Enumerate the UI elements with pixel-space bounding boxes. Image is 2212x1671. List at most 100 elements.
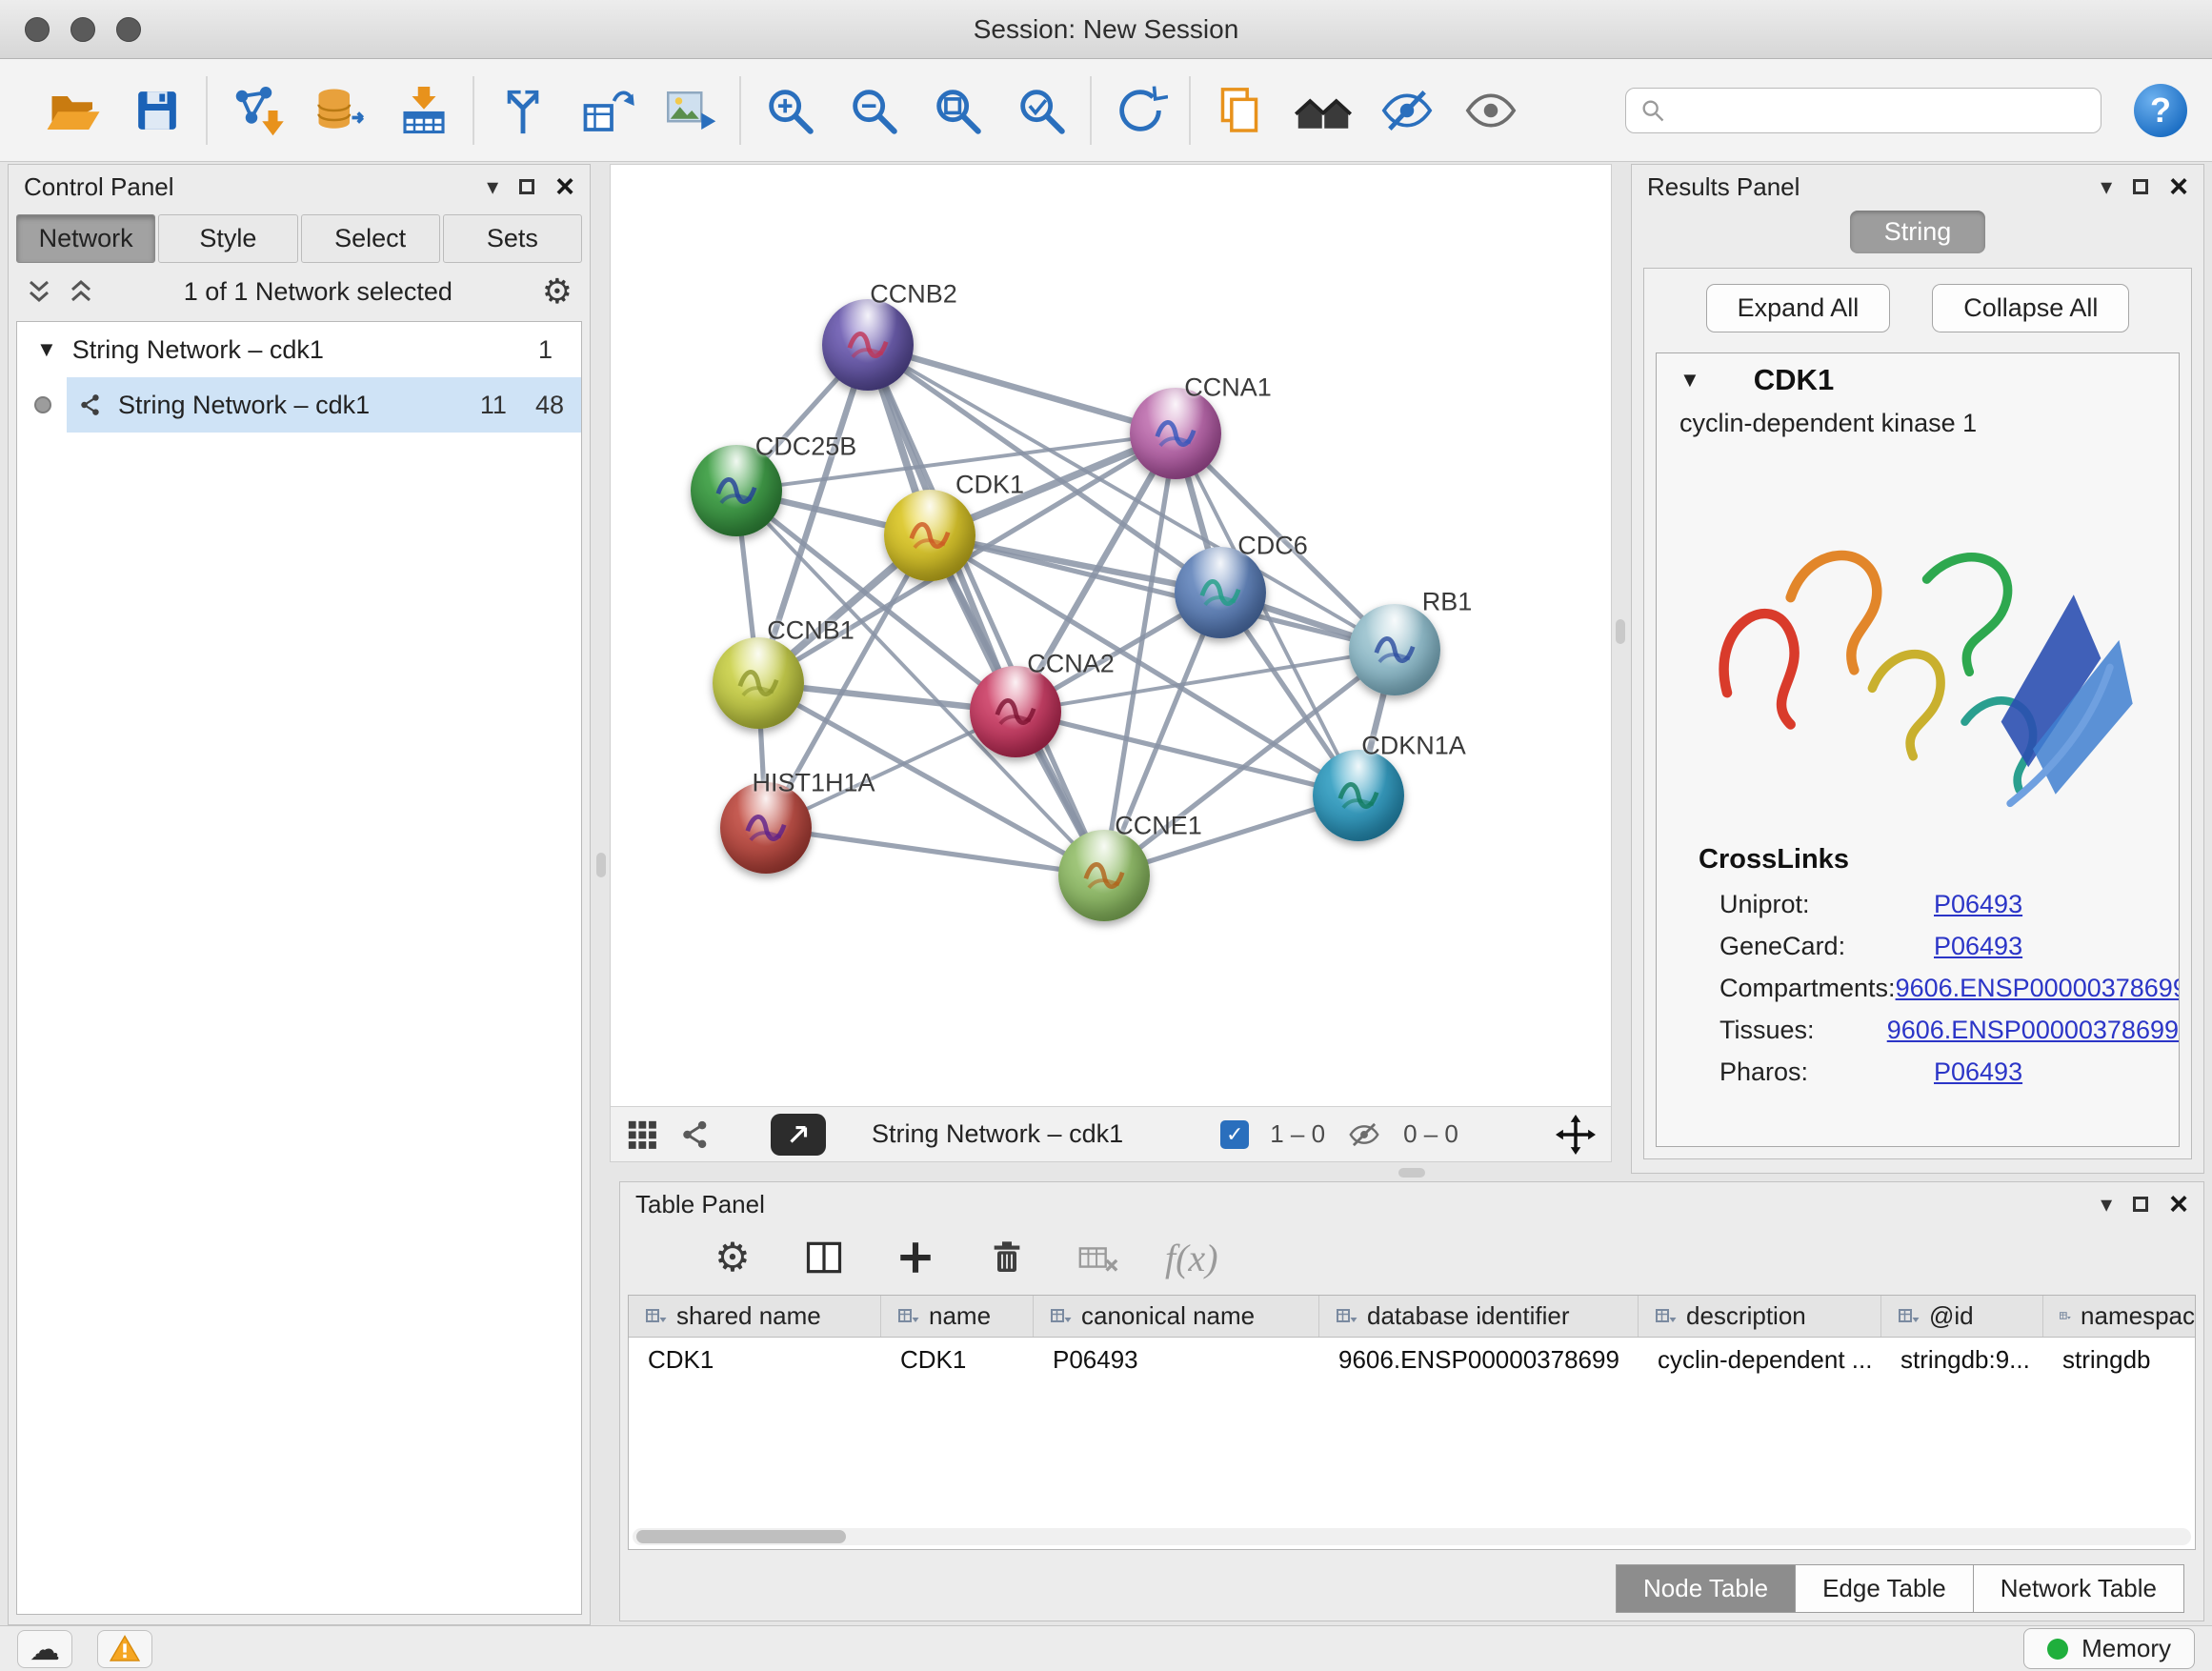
network-options-gear-icon[interactable]: ⚙ [542, 274, 573, 309]
tab-node-table[interactable]: Node Table [1616, 1564, 1796, 1613]
network-row-selected[interactable]: String Network – cdk1 11 48 [67, 377, 581, 433]
memory-label: Memory [2081, 1634, 2171, 1663]
crosslink-value-link[interactable]: 9606.ENSP00000378699 [1896, 974, 2180, 1003]
string-network-icon [78, 393, 103, 417]
bottom-splitter-handle[interactable] [1398, 1168, 1425, 1178]
zoom-window-button[interactable] [116, 17, 141, 42]
column-header-description[interactable]: description [1639, 1296, 1881, 1337]
help-icon[interactable]: ? [2134, 84, 2187, 137]
table-options-gear-icon[interactable]: ⚙ [708, 1233, 757, 1282]
control-panel-close-icon[interactable]: × [555, 171, 574, 203]
zoom-out-icon[interactable] [844, 81, 903, 140]
zoom-fit-icon[interactable] [928, 81, 987, 140]
column-header-shared-name[interactable]: shared name [629, 1296, 881, 1337]
add-column-icon[interactable] [891, 1233, 940, 1282]
search-input[interactable] [1676, 95, 2087, 125]
node-label-ccnb1: CCNB1 [767, 616, 855, 646]
protein-card-caret-icon[interactable]: ▼ [1679, 368, 1700, 393]
open-session-icon[interactable] [44, 81, 103, 140]
table-panel-menu-icon[interactable]: ▾ [2101, 1191, 2112, 1218]
selected-count-checkbox[interactable]: ✓ [1220, 1120, 1249, 1149]
delete-column-icon[interactable] [982, 1233, 1032, 1282]
delete-table-icon-disabled [1074, 1233, 1123, 1282]
refresh-icon[interactable] [1111, 81, 1170, 140]
grid-view-icon[interactable] [626, 1118, 658, 1151]
results-panel-close-icon[interactable]: × [2169, 171, 2188, 203]
tab-sets[interactable]: Sets [443, 214, 582, 263]
tab-select[interactable]: Select [301, 214, 440, 263]
crosslink-value-link[interactable]: P06493 [1934, 932, 2022, 961]
crosslink-value-link[interactable]: P06493 [1934, 890, 2022, 919]
network-node-cdkn1a[interactable] [1313, 750, 1404, 841]
network-node-ccna2[interactable] [970, 666, 1061, 757]
left-splitter-handle[interactable] [596, 853, 606, 877]
detach-view-button[interactable] [771, 1114, 826, 1156]
tab-network[interactable]: Network [16, 214, 155, 263]
column-header-namespac[interactable]: namespac [2043, 1296, 2196, 1337]
warnings-button[interactable] [97, 1630, 152, 1668]
cloud-status-button[interactable]: ☁ [17, 1630, 72, 1668]
network-canvas[interactable]: CCNB2CCNA1CDC25BCDK1CDC6RB1CCNB1CCNA2CDK… [611, 165, 1611, 1106]
column-header-id[interactable]: @id [1881, 1296, 2043, 1337]
minimize-window-button[interactable] [70, 17, 95, 42]
import-network-from-database-icon[interactable] [311, 81, 370, 140]
network-row[interactable]: String Network – cdk1 11 48 [17, 377, 581, 433]
tab-string[interactable]: String [1850, 211, 1986, 253]
crosslink-value-link[interactable]: 9606.ENSP00000378699 [1887, 1016, 2179, 1045]
table-row[interactable]: CDK1CDK1P064939606.ENSP00000378699cyclin… [629, 1338, 2195, 1381]
collapse-all-button[interactable]: Collapse All [1932, 284, 2129, 332]
column-header-canonical-name[interactable]: canonical name [1034, 1296, 1319, 1337]
tab-style[interactable]: Style [158, 214, 297, 263]
network-node-cdk1[interactable] [884, 490, 975, 581]
table-panel-close-icon[interactable]: × [2169, 1188, 2188, 1220]
node-label-ccna1: CCNA1 [1184, 373, 1272, 403]
control-panel-menu-icon[interactable]: ▾ [487, 173, 498, 201]
copy-annotation-icon[interactable] [1210, 81, 1269, 140]
expand-all-button[interactable]: Expand All [1706, 284, 1891, 332]
network-view-toolbar: String Network – cdk1 ✓ 1 – 0 0 – 0 [611, 1106, 1611, 1161]
tab-network-table[interactable]: Network Table [1974, 1564, 2184, 1613]
results-panel-float-icon[interactable] [2133, 179, 2148, 194]
results-panel-menu-icon[interactable]: ▾ [2101, 173, 2112, 201]
zoom-selected-icon[interactable] [1012, 81, 1071, 140]
network-node-rb1[interactable] [1349, 604, 1440, 695]
show-columns-icon[interactable] [799, 1233, 849, 1282]
hidden-eye-icon[interactable] [1346, 1117, 1382, 1153]
import-table-icon[interactable] [394, 81, 453, 140]
table-panel-float-icon[interactable] [2133, 1197, 2148, 1212]
network-node-ccnb2[interactable] [822, 299, 914, 391]
network-node-ccne1[interactable] [1058, 830, 1150, 921]
traffic-lights [25, 0, 141, 59]
new-network-from-selection-icon[interactable] [577, 81, 636, 140]
hide-annotations-icon[interactable] [1377, 81, 1437, 140]
scrollbar-thumb[interactable] [636, 1530, 846, 1543]
network-node-ccnb1[interactable] [713, 637, 804, 729]
import-network-icon[interactable] [227, 81, 286, 140]
memory-button[interactable]: Memory [2023, 1628, 2195, 1669]
crosslink-value-link[interactable]: P06493 [1934, 1057, 2022, 1087]
expand-all-icon[interactable] [68, 279, 94, 304]
show-annotations-icon[interactable] [1461, 81, 1520, 140]
close-window-button[interactable] [25, 17, 50, 42]
network-layout-icon[interactable] [493, 81, 553, 140]
tab-edge-table[interactable]: Edge Table [1796, 1564, 1974, 1613]
right-splitter-handle[interactable] [1616, 619, 1625, 644]
pan-move-icon[interactable] [1556, 1115, 1596, 1155]
results-panel-title: Results Panel [1647, 172, 1800, 202]
control-panel-float-icon[interactable] [519, 179, 534, 194]
tree-caret-icon[interactable]: ▼ [36, 337, 57, 362]
column-header-database-identifier[interactable]: database identifier [1319, 1296, 1639, 1337]
collapse-all-icon[interactable] [26, 279, 52, 304]
node-label-ccne1: CCNE1 [1115, 812, 1202, 841]
network-collection-row[interactable]: ▼ String Network – cdk1 1 [17, 322, 581, 377]
export-image-icon[interactable] [661, 81, 720, 140]
column-type-icon [896, 1305, 919, 1328]
birdseye-network-icon[interactable] [679, 1118, 712, 1151]
network-node-count: 11 [480, 391, 507, 420]
column-type-icon [1897, 1305, 1920, 1328]
zoom-in-icon[interactable] [760, 81, 819, 140]
save-session-icon[interactable] [128, 81, 187, 140]
home-networks-icon[interactable] [1294, 81, 1353, 140]
protein-structure-glyph [1364, 619, 1425, 680]
column-header-name[interactable]: name [881, 1296, 1034, 1337]
